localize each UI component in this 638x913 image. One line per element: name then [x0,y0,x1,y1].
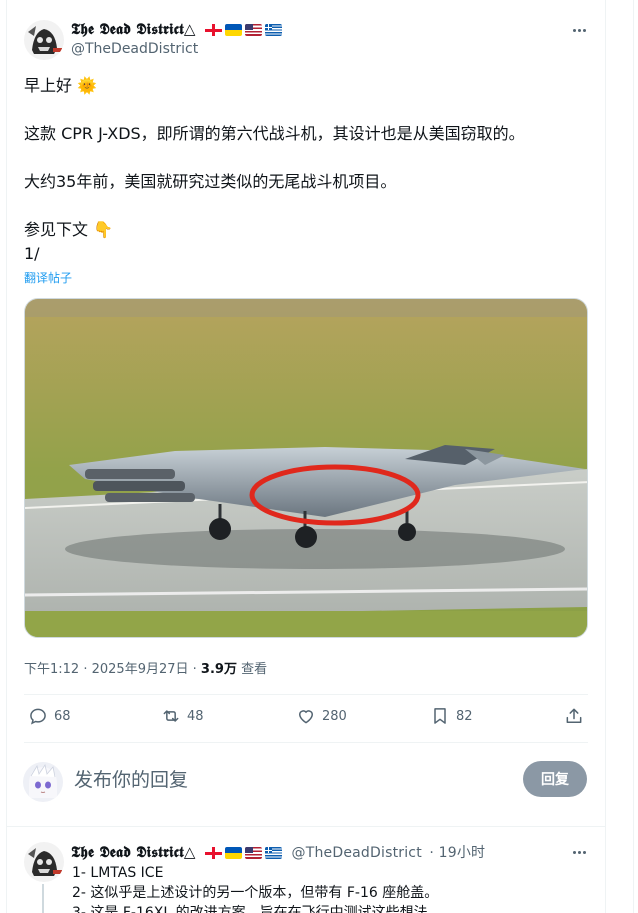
author-flags [205,24,283,36]
reply-author-avatar[interactable] [24,842,64,882]
post-line-history: 大约35年前，美国就研究过类似的无尾战斗机项目。 [24,172,397,191]
more-dot [577,28,581,32]
greece-flag-icon [265,847,283,859]
georgia-flag-icon [205,847,223,859]
share-action[interactable] [564,706,584,726]
meta-separator: · [192,662,201,677]
reply-author-flags [205,847,283,859]
reply-icon [30,708,46,725]
thread-connector-line [42,884,44,913]
post-time[interactable]: 下午1:12 [24,662,79,677]
reply-action[interactable]: 68 [28,706,71,726]
post-line-thread-number: 1/ [24,244,40,263]
reply-author-name[interactable]: 𝕿𝖍𝖊 𝕯𝖊𝖆𝖉 𝕯𝖎𝖘𝖙𝖗𝖎𝖈𝖙△ [71,843,196,861]
more-dot [572,28,576,32]
author-handle[interactable]: @TheDeadDistrict [71,41,198,57]
author-display-name[interactable]: 𝕿𝖍𝖊 𝕯𝖊𝖆𝖉 𝕯𝖎𝖘𝖙𝖗𝖎𝖈𝖙△ [71,20,283,38]
georgia-flag-icon [205,24,223,36]
reply-author-handle[interactable]: @TheDeadDistrict [292,845,422,861]
right-sidebar-edge [633,0,638,913]
bookmark-action[interactable]: 82 [430,706,473,726]
more-dot [582,28,586,32]
bookmark-icon [434,708,446,724]
reply-input[interactable]: 发布你的回复 [74,765,188,792]
like-action[interactable]: 280 [296,706,347,726]
bookmark-count: 82 [456,708,473,724]
reply-line-3: 3- 这是 F-16XL 的改进方案，旨在在飞行中测试这些想法。 [72,905,442,913]
fighter-jet-photo [25,299,587,637]
meta-separator: · [83,662,92,677]
repost-icon [163,710,179,722]
author-name-text[interactable]: 𝕿𝖍𝖊 𝕯𝖊𝖆𝖉 𝕯𝖎𝖘𝖙𝖗𝖎𝖈𝖙△ [71,20,196,38]
reply-line-2: 2- 这似乎是上述设计的另一个版本，但带有 F-16 座舱盖。 [72,885,439,901]
greece-flag-icon [265,24,283,36]
post-date[interactable]: 2025年9月27日 [92,662,189,677]
post-line-see-below: 参见下文 👇 [24,220,114,239]
divider-top-actions [24,694,588,695]
divider-bottom-actions [24,742,588,743]
more-dot [572,850,576,854]
reply-count: 68 [54,708,71,724]
share-icon [566,708,582,723]
reply-more-options-button[interactable] [568,844,590,860]
more-dot [577,850,581,854]
divider-composer [6,826,606,827]
post-views-count: 3.9万 [200,662,237,677]
more-dot [582,850,586,854]
repost-action[interactable]: 48 [161,706,204,726]
post-meta: 下午1:12 · 2025年9月27日 · 3.9万 查看 [24,658,267,677]
like-count: 280 [322,708,347,724]
column-border-left [6,0,7,913]
post-line-claim: 这款 CPR J-XDS，即所谓的第六代战斗机，其设计也是从美国窃取的。 [24,124,525,143]
translate-post-link[interactable]: 翻译帖子 [24,269,72,286]
reply-author-row: 𝕿𝖍𝖊 𝕯𝖊𝖆𝖉 𝕯𝖎𝖘𝖙𝖗𝖎𝖈𝖙△ @TheDeadDistrict · 19… [71,842,485,862]
post-image[interactable] [24,298,588,638]
more-options-button[interactable] [568,22,590,38]
current-user-avatar[interactable] [23,762,63,802]
reply-line-1: 1- LMTAS ICE [72,865,164,881]
author-avatar[interactable] [24,20,64,60]
column-border-right [605,0,606,913]
usa-flag-icon [245,847,263,859]
usa-flag-icon [245,24,263,36]
post-line-greeting: 早上好 🌞 [24,76,98,95]
post-views-label: 查看 [241,662,268,677]
ukraine-flag-icon [225,24,243,36]
reply-submit-button[interactable]: 回复 [523,761,587,797]
ukraine-flag-icon [225,847,243,859]
reply-timestamp[interactable]: · 19小时 [429,845,485,861]
heart-icon [298,710,314,724]
repost-count: 48 [187,708,204,724]
